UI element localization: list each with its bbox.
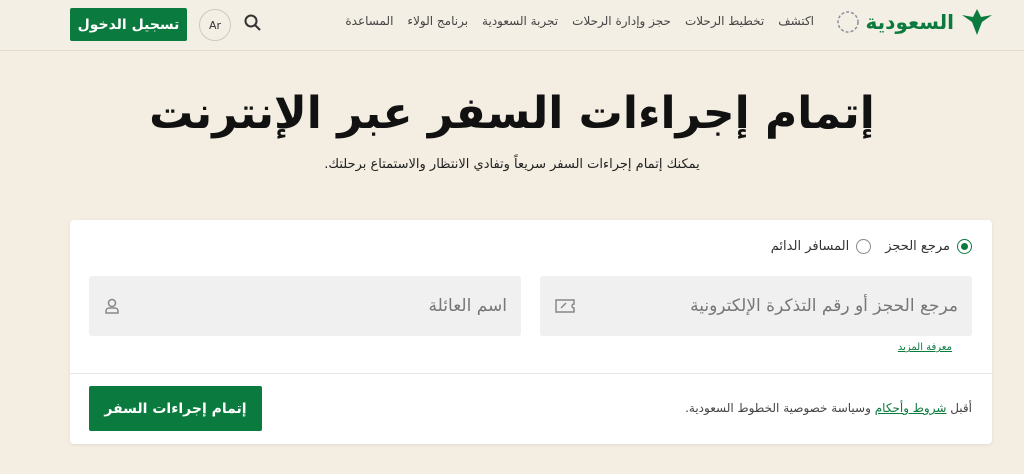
nav-book-manage[interactable]: حجز وإدارة الرحلات (572, 14, 671, 28)
nav-experience[interactable]: تجربة السعودية (482, 14, 558, 28)
checkin-form: مرجع الحجز المسافر الدائم مرجع الحجز أو … (70, 220, 992, 444)
learn-more-link[interactable]: معرفة المزيد (898, 342, 952, 353)
search-icon[interactable] (243, 13, 263, 33)
saudia-logo[interactable]: السعودية (836, 7, 994, 37)
radio-frequent-flyer[interactable]: المسافر الدائم (770, 239, 872, 254)
page-subtitle: يمكنك إتمام إجراءات السفر سريعاً وتفادي … (324, 157, 700, 172)
terms-suffix: وسياسة خصوصية الخطوط السعودية. (685, 401, 871, 415)
last-name-placeholder: اسم العائلة (428, 296, 507, 316)
search-type-radios: مرجع الحجز المسافر الدائم (771, 239, 972, 254)
language-button[interactable]: Ar (199, 9, 231, 41)
login-button[interactable]: تسجيل الدخول (70, 8, 187, 41)
logo-text: السعودية (865, 10, 954, 34)
page-title: إتمام إجراءات السفر عبر الإنترنت (149, 88, 875, 139)
radio-unselected-icon (856, 239, 872, 254)
last-name-input[interactable]: اسم العائلة (89, 276, 521, 336)
radio-booking-reference[interactable]: مرجع الحجز (885, 239, 972, 254)
terms-text: أقبل شروط وأحكام وسياسة خصوصية الخطوط ال… (685, 401, 972, 415)
main-nav: اكتشف تخطيط الرحلات حجز وإدارة الرحلات ت… (345, 14, 814, 28)
terms-prefix: أقبل (950, 401, 972, 415)
header: السعودية اكتشف تخطيط الرحلات حجز وإدارة … (0, 0, 1024, 51)
nav-plan[interactable]: تخطيط الرحلات (685, 14, 764, 28)
checkin-submit-button[interactable]: إتمام إجراءات السفر (89, 386, 262, 431)
palm-swords-icon (962, 9, 992, 35)
terms-link[interactable]: شروط وأحكام (875, 401, 947, 415)
radio-label: المسافر الدائم (770, 239, 850, 254)
skyteam-icon (836, 11, 859, 33)
booking-reference-input[interactable]: مرجع الحجز أو رقم التذكرة الإلكترونية (540, 276, 972, 336)
ticket-icon (555, 299, 575, 313)
user-icon (105, 298, 119, 314)
booking-reference-placeholder: مرجع الحجز أو رقم التذكرة الإلكترونية (690, 296, 958, 316)
nav-help[interactable]: المساعدة (345, 14, 393, 28)
nav-loyalty[interactable]: برنامج الولاء (407, 14, 468, 28)
nav-discover[interactable]: اكتشف (778, 14, 814, 28)
radio-selected-icon (957, 239, 972, 254)
radio-label: مرجع الحجز (885, 239, 950, 254)
divider (70, 373, 992, 374)
